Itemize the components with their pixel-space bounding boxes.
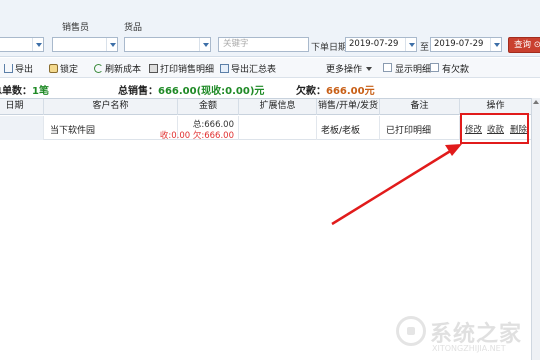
order-count: 总单数：1笔 — [0, 82, 49, 97]
amount-received-debt: 收:0.00 欠:666.00 — [159, 131, 234, 141]
keyword-input[interactable]: 关键字 — [218, 37, 309, 52]
store-select[interactable] — [0, 37, 44, 52]
order-count-label: 总单数： — [0, 86, 32, 97]
refresh-icon — [94, 64, 103, 73]
summary-bar: 总单数：1笔 总销售：666.00(现收:0.00)元 欠款：666.00元 — [0, 79, 540, 98]
has-debt-checkbox[interactable] — [430, 63, 439, 72]
cell-ext-info — [239, 116, 317, 140]
range-separator: 至 — [420, 43, 430, 53]
print-detail-label: 打印销售明细 — [160, 65, 215, 75]
order-date-label: 下单日期 — [311, 43, 348, 53]
col-date[interactable]: 日期 — [0, 99, 44, 115]
total-sales-label: 总销售： — [118, 86, 158, 97]
watermark-logo-icon — [396, 316, 426, 346]
print-detail-button[interactable]: 打印销售明细 — [149, 62, 214, 75]
cell-date — [0, 116, 44, 140]
salesperson-label: 销售员 — [62, 23, 90, 33]
goods-label: 货品 — [124, 23, 143, 33]
export-icon — [4, 64, 13, 73]
col-amount[interactable]: 金额 — [178, 99, 239, 115]
date-from-select[interactable]: 2019-07-29 — [345, 37, 417, 52]
chevron-down-icon — [106, 38, 117, 51]
salesperson-select[interactable] — [52, 37, 118, 52]
total-sales-value: 666.00(现收:0.00)元 — [158, 86, 265, 97]
export-summary-button[interactable]: 导出汇总表 — [220, 62, 276, 75]
total-sales: 总销售：666.00(现收:0.00)元 — [118, 82, 264, 97]
more-ops-dropdown[interactable]: 更多操作 — [326, 62, 373, 75]
table-header: 日期 客户名称 金额 扩展信息 销售/开单/发货 备注 操作 — [0, 99, 531, 115]
col-remark[interactable]: 备注 — [380, 99, 460, 115]
export-label: 导出 — [15, 65, 34, 75]
goods-select[interactable] — [124, 37, 211, 52]
export-summary-label: 导出汇总表 — [231, 65, 277, 75]
col-ext-info[interactable]: 扩展信息 — [239, 99, 317, 115]
refresh-cost-label: 刷新成本 — [105, 65, 142, 75]
show-detail-label: 显示明细 — [395, 65, 432, 75]
customer-name: 当下软件园 — [50, 126, 96, 136]
more-ops-label: 更多操作 — [326, 65, 363, 75]
chevron-down-icon — [490, 38, 501, 51]
debt: 欠款：666.00元 — [296, 82, 375, 97]
filter-bar: 销售员 货品 关键字 下单日期 2019-07-29 至 2019-07-29 … — [0, 0, 540, 57]
debt-label: 欠款： — [296, 86, 326, 97]
order-count-value: 1笔 — [32, 86, 49, 97]
cell-remark: 已打印明细 — [380, 116, 460, 140]
cell-customer: 当下软件园 — [44, 116, 178, 140]
watermark-subtext: XITONGZHIJIA.NET — [432, 344, 506, 353]
refresh-cost-button[interactable]: 刷新成本 — [94, 62, 141, 75]
date-to-value: 2019-07-29 — [434, 39, 484, 49]
chevron-down-icon — [199, 38, 210, 51]
date-from-value: 2019-07-29 — [349, 39, 399, 49]
staff-value: 老板/老板 — [321, 126, 361, 136]
export-button[interactable]: 导出 — [4, 62, 33, 75]
cell-staff: 老板/老板 — [317, 116, 380, 140]
chevron-down-icon — [32, 38, 43, 51]
toolbar: 导出 锁定 刷新成本 打印销售明细 导出汇总表 更多操作 显示明细 有欠款 — [0, 58, 540, 78]
lock-button[interactable]: 锁定 — [49, 62, 78, 75]
date-to-select[interactable]: 2019-07-29 — [430, 37, 502, 52]
query-button[interactable]: 查询 ⊙ — [508, 37, 540, 53]
watermark: 系统之家 XITONGZHIJIA.NET — [396, 312, 536, 356]
scroll-up-icon[interactable] — [533, 100, 539, 104]
sales-query-window: 销售员 货品 关键字 下单日期 2019-07-29 至 2019-07-29 … — [0, 0, 540, 360]
remark-value: 已打印明细 — [386, 126, 432, 136]
col-staff[interactable]: 销售/开单/发货 — [317, 99, 380, 115]
col-customer[interactable]: 客户名称 — [44, 99, 178, 115]
highlight-box — [460, 113, 529, 144]
chevron-down-icon — [405, 38, 416, 51]
cell-amount: 总:666.00 收:0.00 欠:666.00 — [160, 116, 239, 141]
caret-down-icon — [366, 67, 373, 71]
summary-icon — [220, 64, 229, 73]
lock-icon — [49, 64, 58, 73]
show-detail-checkbox[interactable] — [383, 63, 392, 72]
debt-value: 666.00元 — [326, 86, 375, 97]
lock-label: 锁定 — [60, 65, 79, 75]
print-icon — [149, 64, 158, 73]
table-row[interactable]: 当下软件园 总:666.00 收:0.00 欠:666.00 老板/老板 已打印… — [0, 116, 531, 141]
has-debt-label: 有欠款 — [442, 65, 470, 75]
